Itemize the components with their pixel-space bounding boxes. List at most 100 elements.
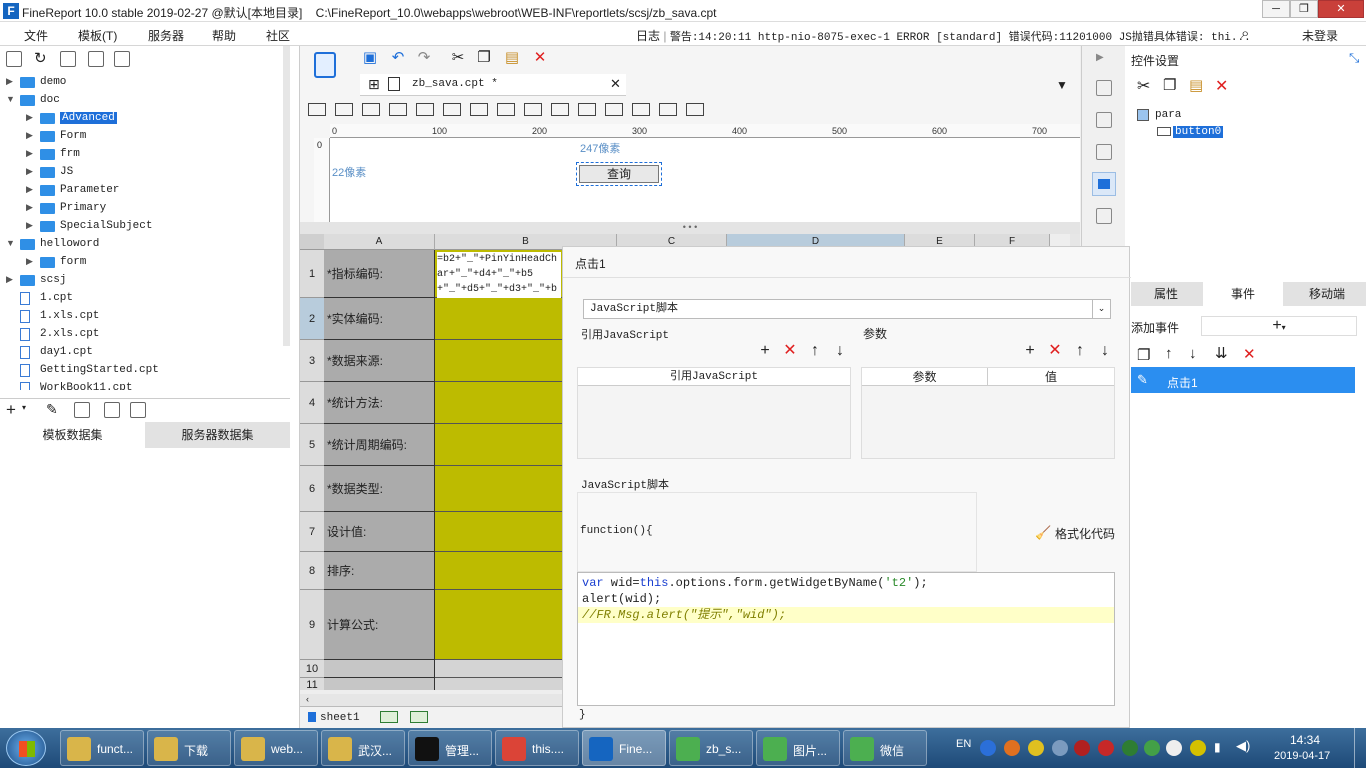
copy-icon[interactable]: ❐ bbox=[1163, 76, 1176, 94]
add-dataset-icon[interactable]: + bbox=[6, 400, 16, 420]
add-event-button[interactable]: +▾ bbox=[1201, 316, 1357, 336]
trash-icon[interactable] bbox=[74, 402, 90, 418]
row-header[interactable]: 4 bbox=[300, 382, 324, 424]
taskbar-item[interactable]: Fine... bbox=[582, 730, 666, 766]
taskbar-item[interactable]: zb_s... bbox=[669, 730, 753, 766]
taskbar-item[interactable]: 图片... bbox=[756, 730, 840, 766]
parameter-form-canvas[interactable]: 247像素 22像素 查询 bbox=[330, 138, 1080, 222]
table-widget-icon[interactable] bbox=[443, 103, 461, 116]
paste-icon[interactable]: ▤ bbox=[1189, 76, 1203, 94]
param-table[interactable]: 参数 值 bbox=[861, 367, 1115, 459]
refresh-icon[interactable]: ↻ bbox=[34, 49, 47, 67]
move-bottom-icon[interactable]: ⇊ bbox=[1215, 344, 1228, 362]
chevron-down-icon[interactable]: ⌄ bbox=[1092, 300, 1110, 318]
log-button[interactable]: 日志 bbox=[636, 29, 660, 43]
code-editor[interactable]: var wid=this.options.form.getWidgetByNam… bbox=[577, 572, 1115, 706]
row-header[interactable]: 8 bbox=[300, 552, 324, 590]
tree-item[interactable]: day1.cpt bbox=[0, 344, 290, 362]
wechat-tray-icon[interactable] bbox=[1144, 740, 1160, 756]
collapsed-arrow-icon[interactable]: ▶ bbox=[26, 130, 33, 141]
start-button[interactable] bbox=[6, 730, 46, 766]
tree-item[interactable]: ▶ Advanced bbox=[0, 110, 290, 128]
show-desktop-button[interactable] bbox=[1354, 728, 1366, 768]
resize-panel-icon[interactable]: ⤡ bbox=[1349, 50, 1359, 66]
chevron-down-icon[interactable]: ▾ bbox=[22, 403, 26, 412]
collapse-arrow-icon[interactable]: ▶ bbox=[1096, 52, 1104, 63]
cell-label[interactable]: *实体编码: bbox=[324, 298, 435, 340]
grid-corner[interactable] bbox=[300, 234, 324, 250]
locate-icon[interactable] bbox=[60, 51, 76, 67]
move-up-icon[interactable]: ↑ bbox=[1165, 345, 1173, 362]
cell-label[interactable]: *指标编码: bbox=[324, 250, 435, 298]
tree-item[interactable]: GettingStarted.cpt bbox=[0, 362, 290, 380]
copy-event-icon[interactable]: ❐ bbox=[1137, 346, 1150, 364]
label-widget-icon[interactable] bbox=[308, 103, 326, 116]
tree-node-button0[interactable]: button0 bbox=[1173, 126, 1224, 138]
query-button[interactable]: 查询 bbox=[579, 165, 659, 183]
row-header[interactable]: 1 bbox=[300, 250, 324, 298]
taskbar-item[interactable]: this.... bbox=[495, 730, 579, 766]
taskbar-item[interactable]: funct... bbox=[60, 730, 144, 766]
checkbox-widget-icon[interactable] bbox=[524, 103, 542, 116]
login-status[interactable]: 未登录 bbox=[1302, 27, 1338, 44]
close-window-icon[interactable]: ✕ bbox=[1318, 0, 1364, 18]
delete-icon[interactable] bbox=[114, 51, 130, 67]
script-type-select[interactable]: JavaScript脚本 ⌄ bbox=[583, 299, 1111, 319]
remove-param-icon[interactable]: ✕ bbox=[1047, 343, 1063, 359]
tree-item[interactable]: ▶ Parameter bbox=[0, 182, 290, 200]
tree-item[interactable]: ▶ demo bbox=[0, 74, 290, 92]
cell-value[interactable] bbox=[435, 678, 562, 690]
taskbar-item[interactable]: 下载 bbox=[147, 730, 231, 766]
event-item[interactable]: ✎ 点击1 bbox=[1131, 367, 1355, 393]
grid-hscrollbar[interactable]: ‹ bbox=[300, 694, 562, 706]
cell-value[interactable] bbox=[435, 660, 562, 678]
widget-settings-tab[interactable] bbox=[1092, 172, 1116, 196]
ref-down-icon[interactable]: ↓ bbox=[832, 343, 848, 359]
redo-icon[interactable]: ↷ bbox=[414, 48, 434, 68]
sheet-tab-sheet1[interactable]: sheet1 bbox=[320, 712, 360, 724]
cell-label[interactable]: *统计周期编码: bbox=[324, 424, 435, 466]
cell-label[interactable] bbox=[324, 678, 435, 690]
delete-icon[interactable]: ✕ bbox=[1215, 76, 1228, 96]
more-widget-icon[interactable] bbox=[686, 103, 704, 116]
menu-file[interactable]: 文件 bbox=[24, 27, 48, 44]
param-down-icon[interactable]: ↓ bbox=[1097, 343, 1113, 359]
cell-attr-icon[interactable] bbox=[1096, 80, 1112, 96]
tree-widget-icon[interactable] bbox=[659, 103, 677, 116]
save-icon[interactable]: ▣ bbox=[360, 48, 380, 68]
add-form-sheet-icon[interactable] bbox=[410, 711, 428, 723]
broom-icon[interactable]: 🧹 bbox=[1035, 525, 1051, 541]
row-header[interactable]: 9 bbox=[300, 590, 324, 660]
cell-value[interactable] bbox=[435, 298, 562, 340]
float-element-icon[interactable] bbox=[1096, 144, 1112, 160]
cell-value[interactable] bbox=[435, 382, 562, 424]
add-param-icon[interactable]: + bbox=[1022, 343, 1038, 359]
expanded-arrow-icon[interactable]: ▼ bbox=[6, 94, 15, 104]
cell-label[interactable]: 计算公式: bbox=[324, 590, 435, 660]
row-header[interactable]: 3 bbox=[300, 340, 324, 382]
taskbar-item[interactable]: 武汉... bbox=[321, 730, 405, 766]
copy-icon[interactable]: ❐ bbox=[474, 48, 494, 68]
cell-label[interactable]: 设计值: bbox=[324, 512, 435, 552]
menu-server[interactable]: 服务器 bbox=[148, 27, 184, 44]
template-icon[interactable] bbox=[314, 52, 336, 78]
cell-value[interactable] bbox=[435, 340, 562, 382]
add-ref-icon[interactable]: + bbox=[757, 343, 773, 359]
tray-icon-2[interactable] bbox=[1028, 740, 1044, 756]
tray-icon-3[interactable] bbox=[1052, 740, 1068, 756]
clock-date[interactable]: 2019-04-17 bbox=[1274, 750, 1330, 762]
expanded-arrow-icon[interactable]: ▼ bbox=[6, 238, 15, 248]
volume-icon[interactable]: ◀) bbox=[1236, 738, 1250, 754]
checkgroup-widget-icon[interactable] bbox=[632, 103, 650, 116]
cell-label[interactable]: *数据来源: bbox=[324, 340, 435, 382]
ref-up-icon[interactable]: ↑ bbox=[807, 343, 823, 359]
cut-icon[interactable]: ✂ bbox=[1137, 76, 1150, 96]
list-widget-icon[interactable] bbox=[497, 103, 515, 116]
cell-value[interactable] bbox=[435, 590, 562, 660]
number-widget-icon[interactable] bbox=[470, 103, 488, 116]
network-icon[interactable]: ▮ bbox=[1214, 740, 1221, 754]
tab-server-dataset[interactable]: 服务器数据集 bbox=[145, 422, 290, 448]
tray-icon-4[interactable] bbox=[1074, 740, 1090, 756]
paste-icon[interactable]: ▤ bbox=[502, 48, 522, 68]
collapsed-arrow-icon[interactable]: ▶ bbox=[26, 112, 33, 123]
